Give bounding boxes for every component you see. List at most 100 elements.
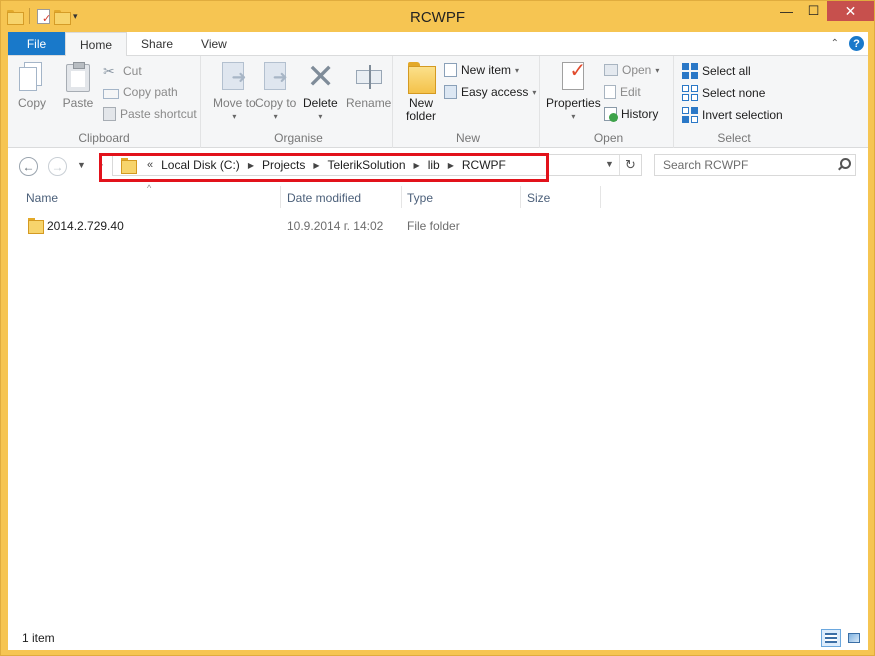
status-bar: 1 item xyxy=(8,626,868,650)
easy-access-label: Easy access xyxy=(461,85,529,99)
new-item-button[interactable]: New item ▾ xyxy=(444,63,519,77)
tab-home[interactable]: Home xyxy=(65,32,128,57)
minimize-ribbon-icon[interactable]: ⌃ xyxy=(831,38,839,49)
close-button[interactable]: ✕ xyxy=(827,1,874,21)
breadcrumb-local-disk[interactable]: Local Disk (C:) xyxy=(157,158,244,172)
move-to-icon xyxy=(218,60,250,94)
column-header-date-modified[interactable]: Date modified xyxy=(276,186,401,210)
back-button[interactable]: ← xyxy=(19,157,38,176)
address-bar[interactable]: « Local Disk (C:) ▶ Projects ▶ TelerikSo… xyxy=(112,154,642,176)
column-divider[interactable] xyxy=(600,186,601,208)
explorer-window: ▾ RCWPF — ☐ ✕ File Home Share View ⌃ ? C… xyxy=(0,0,875,656)
invert-selection-button[interactable]: Invert selection xyxy=(682,107,783,123)
table-row[interactable]: 2014.2.729.40 10.9.2014 г. 14:02 File fo… xyxy=(25,216,625,236)
maximize-button[interactable]: ☐ xyxy=(800,1,827,21)
search-placeholder: Search RCWPF xyxy=(663,158,749,172)
copy-path-icon xyxy=(103,88,119,99)
file-date-modified: 10.9.2014 г. 14:02 xyxy=(287,219,384,233)
clipboard-group-label: Clipboard xyxy=(78,131,130,145)
organise-group-label: Organise xyxy=(274,131,323,145)
search-input[interactable]: Search RCWPF xyxy=(654,154,856,176)
delete-button[interactable]: ✕ Delete ▾ xyxy=(303,60,338,123)
arrow-left-icon: ← xyxy=(22,159,35,174)
history-button[interactable]: History xyxy=(604,107,659,122)
column-header-type[interactable]: Type xyxy=(396,186,516,210)
select-all-label: Select all xyxy=(702,64,751,78)
address-history-dropdown-icon[interactable]: ▼ xyxy=(605,159,614,169)
easy-access-button[interactable]: Easy access ▾ xyxy=(444,85,536,99)
move-to-label: Move to xyxy=(213,96,256,110)
clipboard-group: Copy Paste ✂ Cut Copy path Paste shortcu… xyxy=(8,56,201,148)
breadcrumb-lib[interactable]: lib xyxy=(424,158,444,172)
copy-to-icon xyxy=(260,60,292,94)
breadcrumb-teleriksolution[interactable]: TelerikSolution xyxy=(323,158,409,172)
cut-button[interactable]: ✂ Cut xyxy=(103,63,142,79)
rename-label: Rename xyxy=(346,96,392,110)
copy-path-button[interactable]: Copy path xyxy=(103,85,178,99)
details-view-icon xyxy=(825,633,837,643)
copy-label: Copy xyxy=(17,96,46,110)
arrow-right-icon: → xyxy=(51,159,64,174)
refresh-icon: ↻ xyxy=(625,157,636,172)
new-item-icon xyxy=(444,63,457,77)
details-view-button[interactable] xyxy=(821,629,841,647)
invert-selection-label: Invert selection xyxy=(702,108,783,122)
paste-shortcut-label: Paste shortcut xyxy=(120,107,197,121)
open-button[interactable]: Open ▾ xyxy=(604,63,659,77)
select-group: Select all Select none Invert selection … xyxy=(678,56,790,148)
column-header-name-label: Name xyxy=(26,191,59,205)
breadcrumb-overflow-button[interactable]: « xyxy=(143,159,157,171)
history-label: History xyxy=(621,107,659,121)
breadcrumb-projects[interactable]: Projects xyxy=(258,158,309,172)
organise-group: Move to ▾ Copy to ▾ ✕ Delete ▾ Rename Or… xyxy=(205,56,393,148)
select-group-label: Select xyxy=(717,131,751,145)
open-icon xyxy=(604,64,618,76)
chevron-down-icon: ▾ xyxy=(571,112,576,121)
delete-icon: ✕ xyxy=(306,58,335,96)
tab-file[interactable]: File xyxy=(8,32,65,55)
select-none-button[interactable]: Select none xyxy=(682,85,765,101)
column-header-size[interactable]: Size xyxy=(516,186,601,210)
sort-ascending-icon: ^ xyxy=(147,183,152,193)
copy-to-button[interactable]: Copy to ▾ xyxy=(255,60,296,123)
edit-button[interactable]: Edit xyxy=(604,85,641,99)
recent-locations-dropdown-icon[interactable]: ▼ xyxy=(77,160,86,170)
refresh-button[interactable]: ↻ xyxy=(619,155,641,175)
paste-icon xyxy=(62,60,94,94)
chevron-right-icon[interactable]: ▶ xyxy=(444,161,458,170)
new-folder-button[interactable]: New folder xyxy=(403,60,439,123)
large-icons-view-button[interactable] xyxy=(844,629,864,647)
title-bar: ▾ RCWPF — ☐ ✕ xyxy=(1,1,874,32)
paste-shortcut-icon xyxy=(103,107,116,121)
chevron-down-icon: ▾ xyxy=(232,112,237,121)
select-all-icon xyxy=(682,63,698,79)
tab-view[interactable]: View xyxy=(187,32,241,55)
window-title: RCWPF xyxy=(410,9,465,26)
open-group-label: Open xyxy=(593,131,624,145)
navigation-bar: ← → ▼ ↑ « Local Disk (C:) ▶ Projects ▶ T… xyxy=(8,148,868,186)
paste-button[interactable]: Paste xyxy=(62,60,94,110)
new-folder-label: New folder xyxy=(405,96,437,123)
new-item-label: New item xyxy=(461,63,512,77)
easy-access-icon xyxy=(444,85,457,99)
select-all-button[interactable]: Select all xyxy=(682,63,751,79)
forward-button[interactable]: → xyxy=(48,157,67,176)
chevron-right-icon[interactable]: ▶ xyxy=(410,161,424,170)
breadcrumb-rcwpf[interactable]: RCWPF xyxy=(458,158,510,172)
chevron-right-icon[interactable]: ▶ xyxy=(244,161,258,170)
minimize-button[interactable]: — xyxy=(773,1,800,21)
properties-label: Properties xyxy=(546,96,601,110)
help-icon[interactable]: ? xyxy=(849,36,864,51)
chevron-right-icon[interactable]: ▶ xyxy=(309,161,323,170)
folder-icon xyxy=(121,158,137,174)
tab-share[interactable]: Share xyxy=(127,32,187,55)
up-button[interactable]: ↑ xyxy=(98,158,105,174)
chevron-down-icon: ▾ xyxy=(515,65,520,75)
paste-shortcut-button[interactable]: Paste shortcut xyxy=(103,107,197,121)
edit-label: Edit xyxy=(620,85,641,99)
move-to-button[interactable]: Move to ▾ xyxy=(213,60,256,123)
properties-button[interactable]: Properties ▾ xyxy=(546,60,601,123)
copy-button[interactable]: Copy xyxy=(16,60,48,110)
search-icon[interactable] xyxy=(837,158,851,170)
rename-button[interactable]: Rename xyxy=(346,60,391,110)
